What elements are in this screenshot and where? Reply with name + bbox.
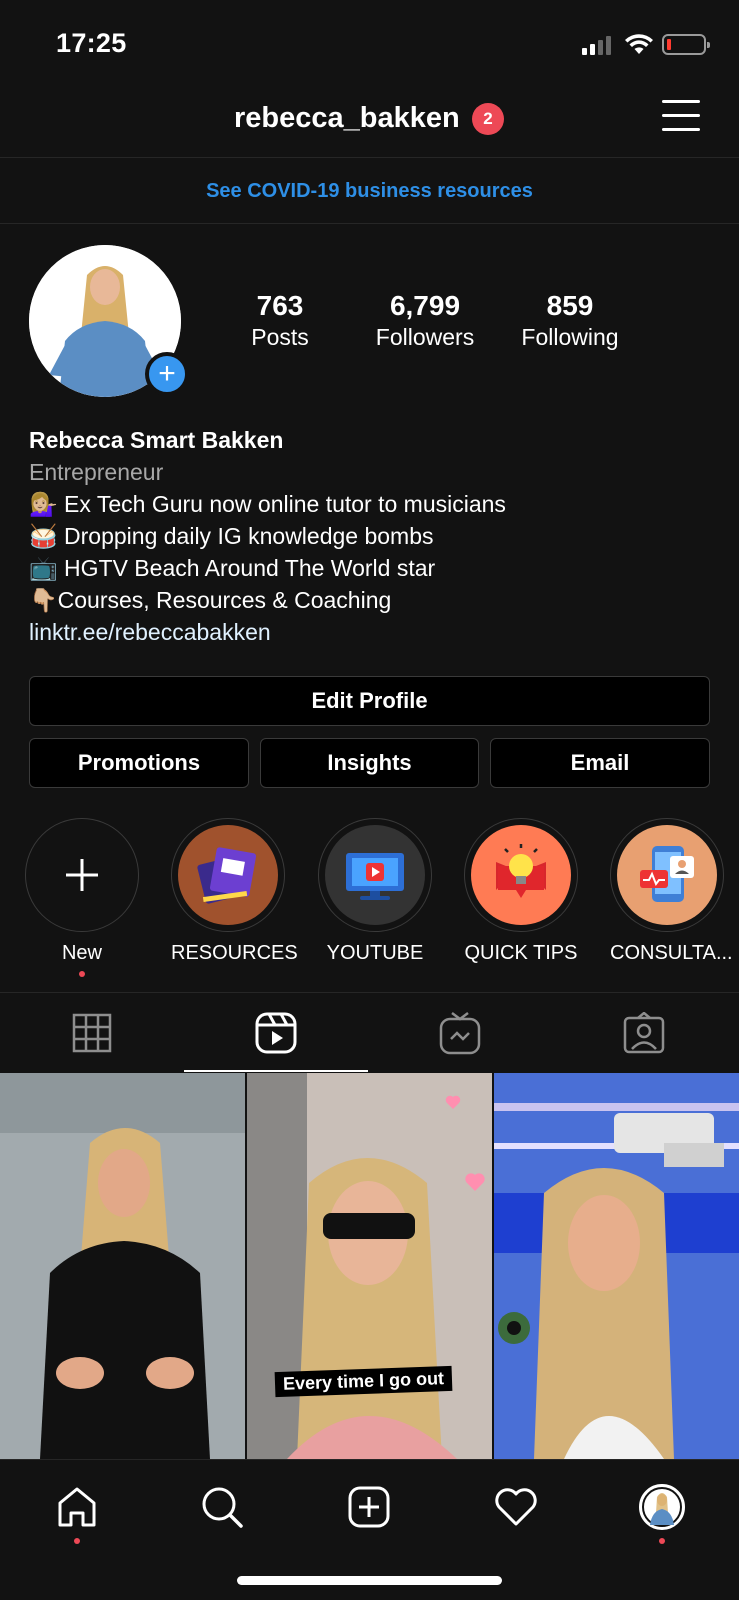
profile-stats: 763 Posts 6,799 Followers 859 Following bbox=[230, 290, 650, 360]
nav-home[interactable] bbox=[52, 1482, 102, 1532]
highlight-ring[interactable] bbox=[171, 818, 285, 932]
highlight-ring[interactable] bbox=[610, 818, 724, 932]
posts-grid: Every time I go out bbox=[0, 1073, 739, 1459]
posts-label: Posts bbox=[251, 324, 309, 350]
books-icon bbox=[178, 825, 278, 925]
post-thumbnail[interactable] bbox=[0, 1073, 245, 1459]
promotions-button[interactable]: Promotions bbox=[29, 738, 249, 788]
highlight-youtube[interactable]: YOUTUBE bbox=[318, 818, 432, 965]
covid-banner: See COVID-19 business resources bbox=[0, 159, 739, 224]
heart-icon bbox=[495, 1488, 537, 1526]
bio-line: 📺 HGTV Beach Around The World star bbox=[29, 555, 436, 581]
search-icon bbox=[202, 1487, 243, 1528]
highlight-label: YOUTUBE bbox=[326, 942, 424, 964]
add-post-icon bbox=[348, 1486, 390, 1528]
following-value: 859 bbox=[546, 290, 594, 321]
home-activity-dot bbox=[74, 1538, 80, 1544]
posts-count[interactable]: 763 Posts bbox=[240, 290, 320, 351]
edit-profile-button[interactable]: Edit Profile bbox=[29, 676, 710, 726]
nav-search[interactable] bbox=[197, 1482, 247, 1532]
tagged-icon bbox=[623, 1012, 665, 1054]
hamburger-menu-icon[interactable] bbox=[662, 100, 700, 132]
notification-badge[interactable]: 2 bbox=[472, 103, 504, 135]
lightbulb-icon bbox=[471, 825, 571, 925]
grid-icon bbox=[72, 1013, 112, 1053]
plus-icon bbox=[66, 859, 98, 891]
reels-icon bbox=[255, 1012, 297, 1054]
bio-line: 👇🏼Courses, Resources & Coaching bbox=[29, 587, 392, 613]
active-tab-indicator bbox=[184, 1070, 368, 1072]
profile-bio: Rebecca Smart Bakken Entrepreneur 💁🏼‍♀️ … bbox=[29, 424, 719, 648]
battery-icon bbox=[662, 34, 710, 55]
igtv-icon bbox=[439, 1012, 481, 1055]
tab-igtv[interactable] bbox=[368, 993, 552, 1073]
add-story-button[interactable]: + bbox=[145, 352, 189, 396]
highlight-new[interactable]: New bbox=[25, 818, 139, 977]
posts-value: 763 bbox=[256, 290, 304, 321]
profile-tabs bbox=[0, 992, 739, 1072]
highlight-ring[interactable] bbox=[318, 818, 432, 932]
profile-name: Rebecca Smart Bakken bbox=[29, 427, 284, 453]
highlight-label: RESOURCES bbox=[171, 942, 298, 964]
nav-profile[interactable] bbox=[637, 1482, 687, 1532]
email-button[interactable]: Email bbox=[490, 738, 710, 788]
profile-avatar-wrap[interactable]: + bbox=[29, 245, 189, 397]
tab-reels[interactable] bbox=[184, 993, 368, 1073]
profile-category: Entrepreneur bbox=[29, 459, 164, 485]
new-indicator-dot bbox=[79, 971, 85, 977]
home-icon bbox=[58, 1487, 96, 1527]
highlight-label: CONSULTA... bbox=[610, 942, 733, 964]
status-time: 17:25 bbox=[56, 28, 127, 58]
status-bar: 17:25 bbox=[0, 0, 739, 86]
tab-tagged[interactable] bbox=[552, 993, 736, 1073]
insights-button[interactable]: Insights bbox=[260, 738, 479, 788]
signal-icon bbox=[582, 36, 611, 55]
highlight-consultations[interactable]: CONSULTA... bbox=[610, 818, 733, 965]
tab-grid[interactable] bbox=[0, 993, 184, 1073]
followers-value: 6,799 bbox=[389, 290, 461, 321]
post-thumbnail[interactable]: Every time I go out bbox=[247, 1073, 492, 1459]
username-switcher[interactable]: rebecca_bakken bbox=[234, 102, 460, 135]
nav-activity[interactable] bbox=[491, 1482, 541, 1532]
profile-header: rebecca_bakken 2 bbox=[0, 86, 739, 158]
highlight-label: QUICK TIPS bbox=[464, 942, 578, 964]
bio-line: 🥁 Dropping daily IG knowledge bombs bbox=[29, 523, 434, 549]
wifi-icon bbox=[625, 34, 653, 54]
followers-count[interactable]: 6,799 Followers bbox=[360, 290, 490, 351]
nav-create[interactable] bbox=[344, 1482, 394, 1532]
highlight-label: New bbox=[61, 942, 102, 964]
post-thumbnail[interactable] bbox=[494, 1073, 739, 1459]
highlight-resources[interactable]: RESOURCES bbox=[171, 818, 298, 965]
following-count[interactable]: 859 Following bbox=[510, 290, 630, 351]
following-label: Following bbox=[521, 324, 619, 350]
followers-label: Followers bbox=[375, 324, 475, 350]
highlight-ring[interactable] bbox=[25, 818, 139, 932]
highlight-quick-tips[interactable]: QUICK TIPS bbox=[464, 818, 578, 965]
video-player-icon bbox=[325, 825, 425, 925]
profile-avatar-icon bbox=[639, 1484, 685, 1530]
phone-chat-icon bbox=[617, 825, 717, 925]
home-indicator bbox=[237, 1576, 502, 1585]
bio-link[interactable]: linktr.ee/rebeccabakken bbox=[29, 616, 719, 648]
covid-resources-link[interactable]: See COVID-19 business resources bbox=[206, 180, 533, 203]
highlight-ring[interactable] bbox=[464, 818, 578, 932]
profile-activity-dot bbox=[659, 1538, 665, 1544]
bio-line: 💁🏼‍♀️ Ex Tech Guru now online tutor to m… bbox=[29, 491, 506, 517]
